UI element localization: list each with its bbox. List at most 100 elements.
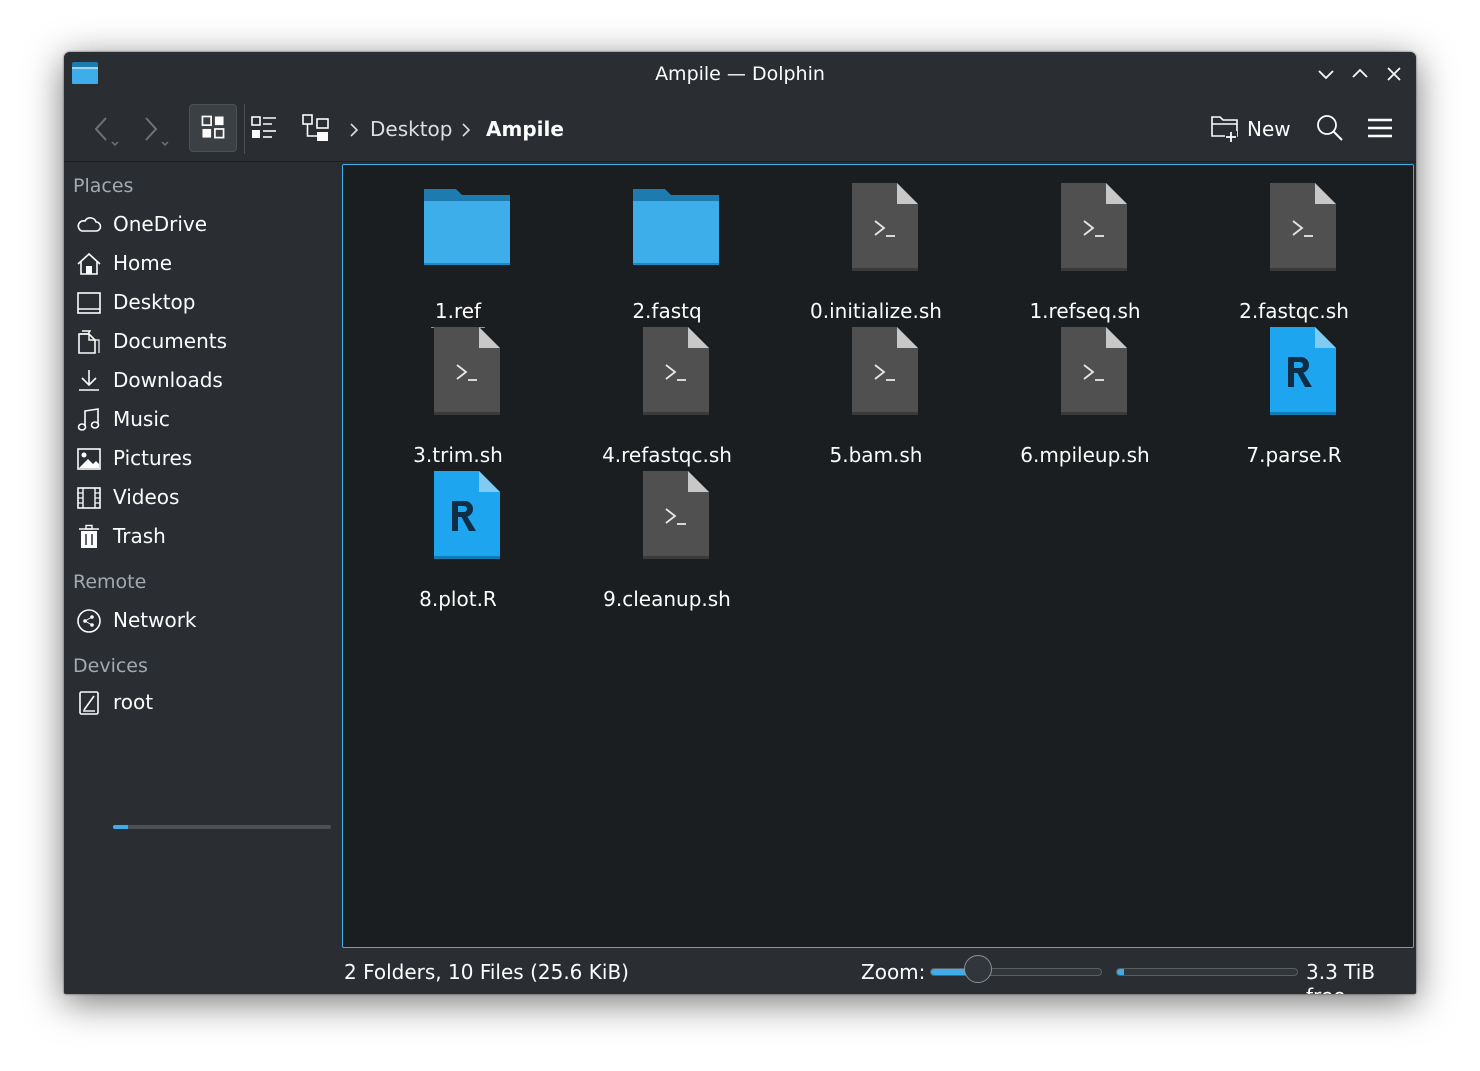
toolbar-separator [244,104,245,154]
window-title: Ampile — Dolphin [655,63,825,85]
icons-view-button[interactable] [189,104,237,152]
minimize-chevron-icon[interactable] [1316,64,1336,84]
sidebar-item-label: root [113,690,154,714]
file-name-label: 5.bam.sh [776,443,976,467]
new-button[interactable]: New [1210,106,1294,150]
search-icon[interactable] [1312,108,1348,148]
back-button[interactable] [86,112,124,148]
places-panel: Places OneDrive Home Desktop Documents D… [64,163,340,943]
shell-script-icon [1061,327,1127,415]
sidebar-item-label: Network [113,608,197,632]
file-name-label: 1.refseq.sh [985,299,1185,323]
sidebar-item-label: Videos [113,485,180,509]
zoom-label: Zoom: [861,960,926,984]
file-item[interactable]: 6.mpileup.sh [985,327,1185,467]
shell-script-icon [643,471,709,559]
file-name-label: 4.refastqc.sh [567,443,767,467]
close-icon[interactable] [1384,64,1404,84]
file-name-label: 1.ref [358,299,558,328]
hamburger-menu-icon[interactable] [1362,108,1398,148]
file-item[interactable]: 5.bam.sh [776,327,976,467]
breadcrumb-desktop[interactable]: Desktop [370,117,452,141]
file-name-label: 0.initialize.sh [776,299,976,323]
sidebar-item-label: OneDrive [113,212,208,236]
file-item[interactable]: 1.refseq.sh [985,183,1185,323]
file-name-label: 2.fastqc.sh [1194,299,1394,323]
sidebar-item-label: Home [113,251,173,275]
shell-script-icon [643,327,709,415]
file-name-text: 7.parse.R [1246,443,1342,467]
maximize-chevron-icon[interactable] [1350,64,1370,84]
file-item[interactable]: 8.plot.R [358,471,558,611]
sidebar-item-downloads[interactable]: Downloads [72,363,334,399]
status-bar: 2 Folders, 10 Files (25.6 KiB) Zoom: 3.3… [64,948,1416,994]
shell-script-icon [1270,183,1336,271]
folder-item[interactable]: 1.ref [358,183,558,328]
root-usage-fill [113,825,129,829]
sidebar-item-onedrive[interactable]: OneDrive [72,207,334,243]
file-name-label: 3.trim.sh [358,443,558,467]
cloud-icon [77,217,102,232]
file-view[interactable]: 1.ref 2.fastq 0.initialize.sh 1.refseq.sh 2.… [342,164,1414,948]
desktop-icon [77,292,101,314]
file-name-label: 6.mpileup.sh [985,443,1185,467]
shell-script-icon [852,183,918,271]
file-name-text: 1.ref [430,299,486,328]
breadcrumb-chevron-icon [350,123,359,137]
file-item[interactable]: 3.trim.sh [358,327,558,467]
remote-group-title: Remote [73,571,147,593]
sidebar-item-videos[interactable]: Videos [72,480,334,516]
r-script-icon [1270,327,1336,415]
file-name-text: 6.mpileup.sh [1020,443,1150,467]
file-name-text: 1.refseq.sh [1029,299,1141,323]
folder-item[interactable]: 2.fastq [567,183,767,323]
music-note-icon [77,408,100,431]
devices-group-title: Devices [73,655,148,677]
zoom-slider-handle[interactable] [964,955,993,983]
file-name-text: 3.trim.sh [413,443,503,467]
tree-view-icon[interactable] [298,104,334,152]
drive-icon [79,691,99,715]
documents-icon [78,330,100,354]
sidebar-item-root[interactable]: root [72,685,334,721]
file-name-text: 2.fastq [632,299,702,323]
dolphin-window: Ampile — Dolphin Desktop Ampile New Plac… [64,52,1416,994]
picture-icon [77,448,101,470]
sidebar-item-music[interactable]: Music [72,402,334,438]
zoom-slider[interactable] [930,968,1102,976]
free-space-fill [1117,969,1125,975]
sidebar-item-label: Documents [113,329,228,353]
sidebar-item-label: Pictures [113,446,193,470]
file-item[interactable]: 0.initialize.sh [776,183,976,323]
network-icon [77,609,101,633]
toolbar: Desktop Ampile New [64,96,1416,162]
file-name-text: 4.refastqc.sh [602,443,732,467]
sidebar-item-desktop[interactable]: Desktop [72,285,334,321]
film-icon [77,487,101,509]
download-icon [79,370,99,391]
file-item[interactable]: 7.parse.R [1194,327,1394,467]
forward-button[interactable] [136,112,174,148]
title-bar[interactable]: Ampile — Dolphin [64,52,1416,96]
new-button-label: New [1247,117,1291,141]
sidebar-item-network[interactable]: Network [72,603,334,639]
file-name-text: 2.fastqc.sh [1239,299,1349,323]
sidebar-item-trash[interactable]: Trash [72,519,334,555]
file-name-text: 0.initialize.sh [810,299,942,323]
compact-view-icon[interactable] [246,104,282,152]
sidebar-item-label: Downloads [113,368,223,392]
file-item[interactable]: 9.cleanup.sh [567,471,767,611]
file-item[interactable]: 4.refastqc.sh [567,327,767,467]
root-usage-bar [113,825,331,829]
shell-script-icon [434,327,500,415]
file-item[interactable]: 2.fastqc.sh [1194,183,1394,323]
icons-view-icon [201,115,225,139]
breadcrumb-ampile[interactable]: Ampile [486,117,564,141]
sidebar-item-pictures[interactable]: Pictures [72,441,334,477]
file-name-text: 8.plot.R [419,587,497,611]
file-name-label: 7.parse.R [1194,443,1394,467]
sidebar-item-documents[interactable]: Documents [72,324,334,360]
folder-icon [424,189,510,265]
sidebar-item-home[interactable]: Home [72,246,334,282]
r-script-icon [434,471,500,559]
